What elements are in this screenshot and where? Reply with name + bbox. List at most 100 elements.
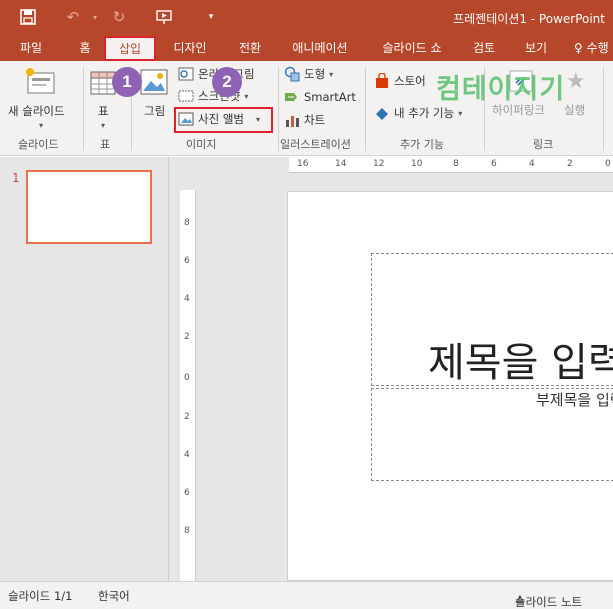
ruler-label: 6 bbox=[184, 256, 190, 266]
chevron-down-icon: ▾ bbox=[458, 108, 463, 118]
title-placeholder[interactable]: 제목을 입력하십시오 bbox=[371, 253, 613, 386]
ribbon: 새 슬라이드 ▾ 슬라이드 표 ▾ 표 그림 온라인 그림 스크린샷 ▾ 사진 … bbox=[0, 61, 613, 156]
ruler-label: 2 bbox=[567, 159, 573, 169]
ruler-label: 4 bbox=[529, 159, 535, 169]
ruler-label: 4 bbox=[184, 294, 190, 304]
redo-icon[interactable]: ↻ bbox=[108, 6, 130, 28]
ruler-label: 6 bbox=[491, 159, 497, 169]
addins-group-label: 추가 기능 bbox=[400, 138, 444, 151]
step-callout-1: 1 bbox=[112, 67, 142, 97]
photo-album-highlight bbox=[174, 107, 273, 133]
shapes-icon bbox=[284, 66, 300, 82]
slide-count: 슬라이드 1/1 bbox=[8, 589, 73, 603]
title-placeholder-text: 제목을 입력하십시오 bbox=[428, 340, 613, 386]
tab-insert[interactable]: 삽입 bbox=[104, 36, 156, 61]
chart-button[interactable]: 차트 bbox=[284, 110, 325, 130]
table-group-label: 표 bbox=[100, 138, 111, 151]
undo-icon[interactable]: ↶ bbox=[62, 6, 84, 28]
ruler-label: 0 bbox=[184, 373, 190, 383]
action-button[interactable]: ★ 실행 bbox=[560, 65, 600, 125]
ruler-label: 8 bbox=[453, 159, 459, 169]
picture-label: 그림 bbox=[144, 104, 166, 118]
store-button[interactable]: 스토어 bbox=[374, 71, 426, 91]
slide-thumbnail[interactable] bbox=[26, 170, 152, 244]
group-divider bbox=[365, 67, 366, 151]
chart-icon bbox=[284, 112, 300, 128]
chevron-down-icon: ▾ bbox=[101, 121, 106, 130]
tab-home[interactable]: 홈 bbox=[68, 35, 102, 61]
smartart-button[interactable]: SmartArt bbox=[284, 87, 356, 107]
tab-slideshow[interactable]: 슬라이드 쇼 bbox=[372, 35, 452, 61]
thumbnail-number: 1 bbox=[12, 171, 20, 185]
ruler-label: 4 bbox=[184, 450, 190, 460]
language-indicator[interactable]: 한국어 bbox=[98, 588, 130, 604]
tab-review[interactable]: 검토 bbox=[464, 35, 504, 61]
save-icon[interactable] bbox=[17, 6, 39, 28]
ruler-label: 2 bbox=[184, 412, 190, 422]
pane-splitter[interactable] bbox=[168, 157, 176, 581]
chart-label: 차트 bbox=[304, 113, 326, 127]
slide-canvas[interactable]: 제목을 입력하십시오 부제목을 입력하십시오 bbox=[287, 191, 613, 581]
chevron-down-icon: ▾ bbox=[329, 69, 334, 79]
store-icon bbox=[374, 72, 390, 89]
slide-thumbnail-pane: 1 bbox=[0, 157, 168, 581]
ribbon-tabs: 파일 홈 삽입 디자인 전환 애니메이션 슬라이드 쇼 검토 보기 ♀ 수행 bbox=[0, 35, 613, 61]
my-addins-icon bbox=[374, 105, 390, 121]
tab-animations[interactable]: 애니메이션 bbox=[284, 35, 356, 61]
subtitle-placeholder-text: 부제목을 입력하십시오 bbox=[536, 391, 613, 409]
document-title: 프레젠테이션1 - PowerPoint bbox=[453, 12, 605, 26]
tab-tell-me[interactable]: ♀ 수행 bbox=[574, 35, 613, 61]
group-divider bbox=[83, 67, 84, 151]
table-label: 표 bbox=[98, 104, 109, 118]
tab-design[interactable]: 디자인 bbox=[164, 35, 216, 61]
lightbulb-icon: ♀ bbox=[574, 41, 583, 55]
group-divider bbox=[603, 67, 604, 151]
tell-me-label: 수행 bbox=[586, 41, 609, 55]
shapes-button[interactable]: 도형 ▾ bbox=[284, 64, 333, 84]
store-label: 스토어 bbox=[394, 74, 426, 88]
my-addins-button[interactable]: 내 추가 기능 ▾ bbox=[374, 103, 462, 123]
watermark-logo: 컴테이지기 bbox=[436, 74, 566, 105]
undo-dropdown-icon[interactable]: ▾ bbox=[84, 6, 106, 28]
notes-label: 슬라이드 노트 bbox=[515, 595, 583, 609]
group-divider bbox=[278, 67, 279, 151]
ruler-label: 16 bbox=[297, 159, 309, 169]
picture-icon bbox=[140, 69, 168, 98]
links-group-label: 링크 bbox=[533, 138, 554, 151]
online-pictures-icon bbox=[178, 66, 194, 82]
screenshot-icon bbox=[178, 88, 194, 104]
ruler-label: 12 bbox=[373, 159, 385, 169]
picture-button[interactable]: 그림 bbox=[136, 65, 172, 131]
ruler-label: 6 bbox=[184, 488, 190, 498]
ruler-label: 8 bbox=[184, 526, 190, 536]
chevron-down-icon: ▾ bbox=[244, 91, 249, 101]
smartart-label: SmartArt bbox=[304, 90, 356, 104]
ruler-label: 0 bbox=[605, 159, 611, 169]
title-bar: ↶ ▾ ↻ ▾ 프레젠테이션1 - PowerPoint bbox=[0, 0, 613, 35]
step-callout-2: 2 bbox=[212, 67, 242, 97]
tab-file[interactable]: 파일 bbox=[10, 35, 52, 61]
illustrations-group-label: 일러스트레이션 bbox=[280, 138, 351, 151]
shapes-label: 도형 bbox=[304, 67, 326, 81]
new-slide-button[interactable]: 새 슬라이드 ▾ bbox=[6, 65, 76, 131]
new-slide-icon bbox=[24, 67, 56, 95]
images-group-label: 이미지 bbox=[186, 138, 217, 151]
slide-editor: 16 14 12 10 8 6 4 2 0 8 6 4 2 0 2 4 6 8 … bbox=[176, 157, 613, 581]
new-slide-label: 새 슬라이드 bbox=[8, 104, 65, 118]
star-icon: ★ bbox=[566, 69, 586, 94]
tab-transitions[interactable]: 전환 bbox=[228, 35, 272, 61]
tab-view[interactable]: 보기 bbox=[516, 35, 556, 61]
vertical-ruler: 8 6 4 2 0 2 4 6 8 bbox=[180, 190, 196, 581]
ruler-label: 2 bbox=[184, 332, 190, 342]
my-addins-label: 내 추가 기능 bbox=[394, 106, 455, 120]
action-label: 실행 bbox=[564, 103, 586, 117]
chevron-down-icon: ▾ bbox=[39, 121, 44, 130]
horizontal-ruler: 16 14 12 10 8 6 4 2 0 bbox=[289, 157, 613, 173]
slides-group-label: 슬라이드 bbox=[18, 138, 59, 151]
status-bar: 슬라이드 1/1 한국어 ≙ 슬라이드 노트 bbox=[0, 581, 613, 609]
ruler-label: 8 bbox=[184, 218, 190, 228]
customize-icon[interactable]: ▾ bbox=[200, 6, 222, 28]
ruler-label: 10 bbox=[411, 159, 423, 169]
start-from-beginning-icon[interactable] bbox=[154, 6, 176, 28]
subtitle-placeholder[interactable]: 부제목을 입력하십시오 bbox=[371, 388, 613, 481]
